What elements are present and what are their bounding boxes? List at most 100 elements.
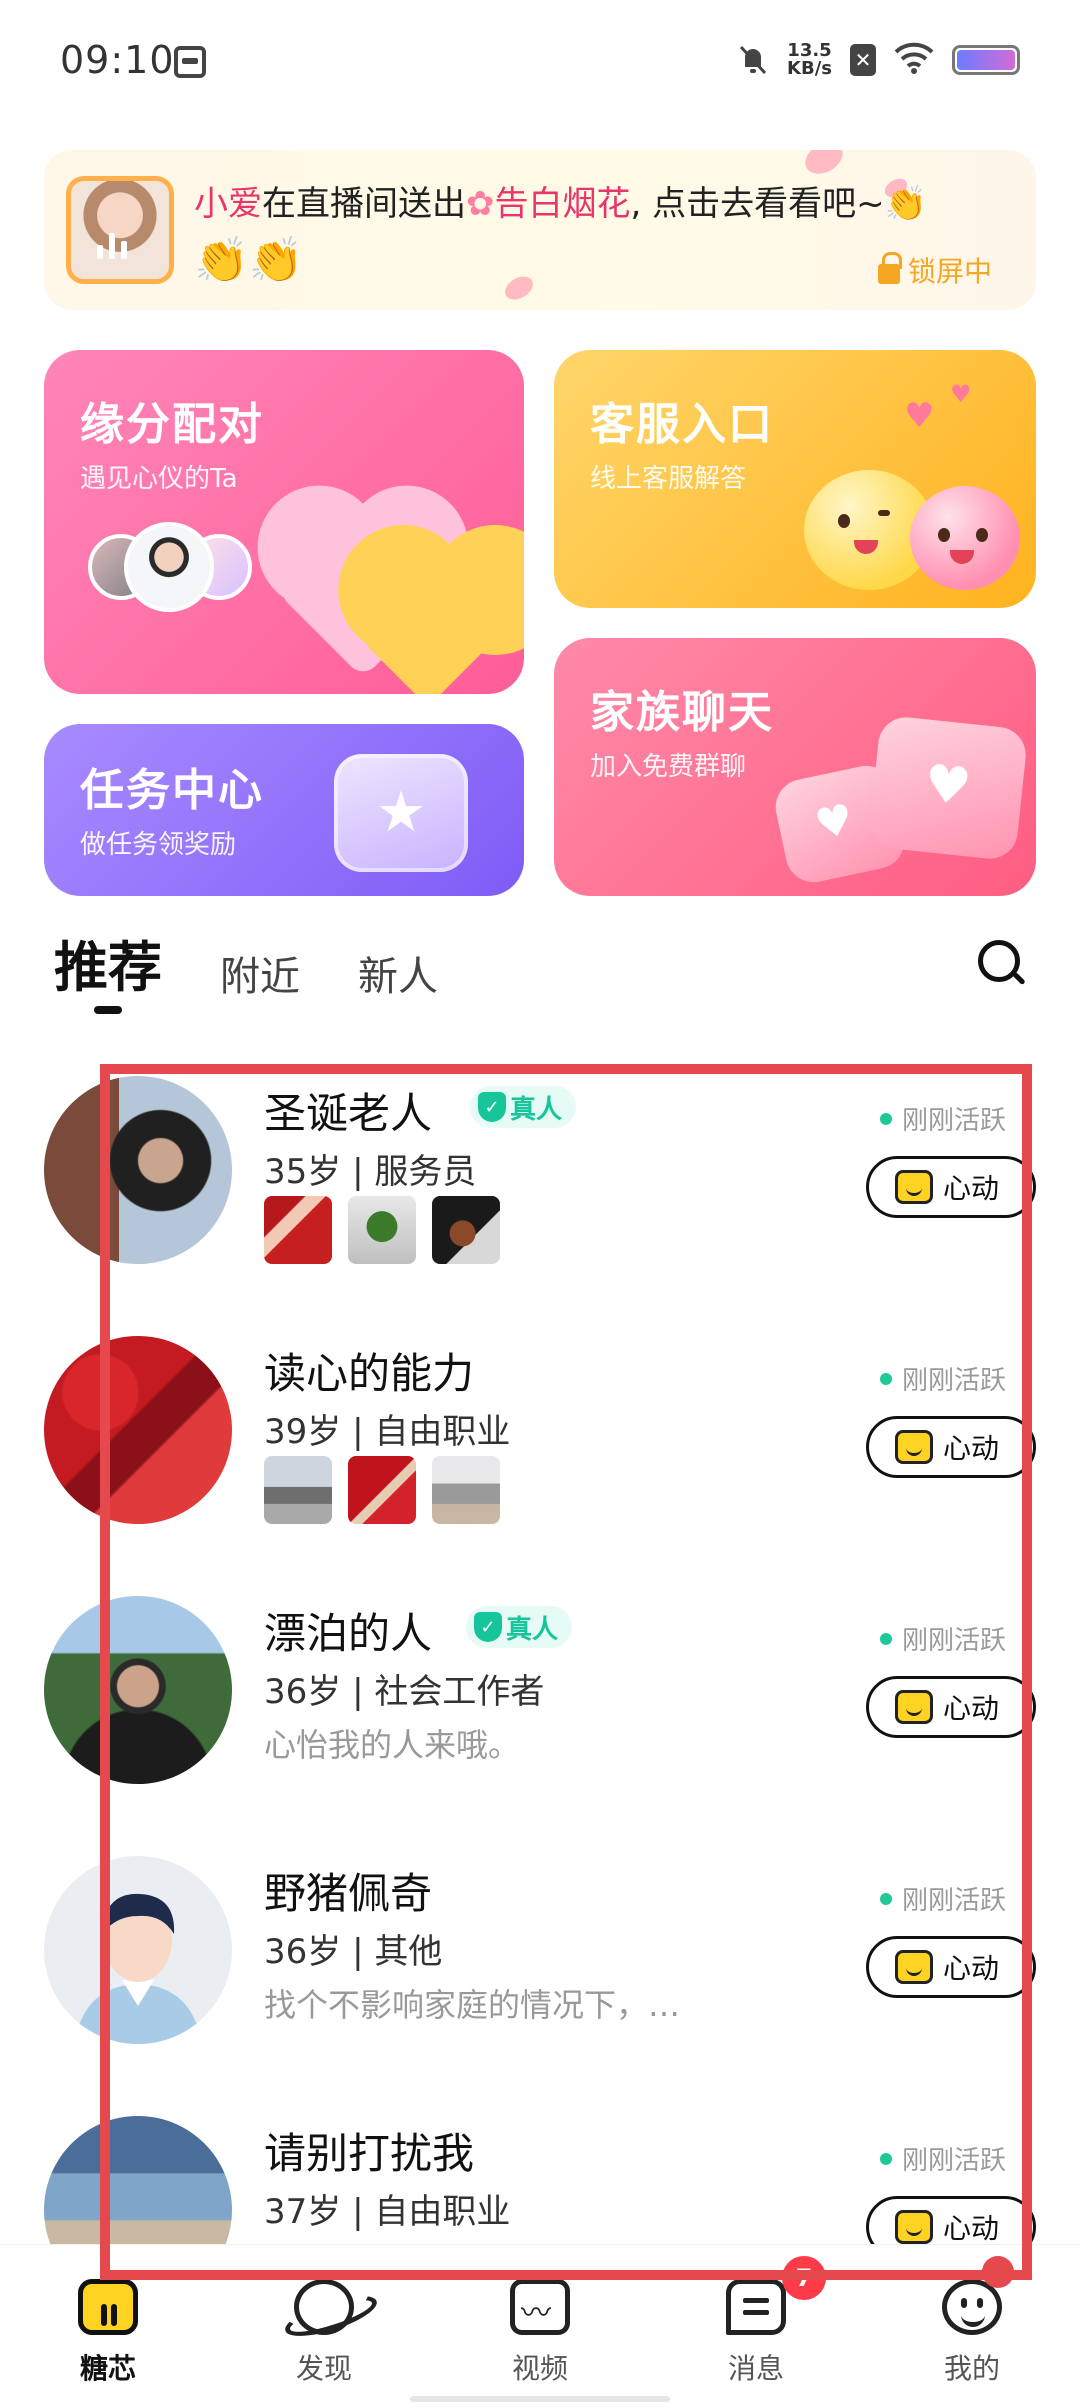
home-indicator — [410, 2396, 670, 2402]
photo-thumbnail[interactable] — [264, 1196, 332, 1264]
user-name: 读心的能力 — [264, 1349, 475, 1398]
banner-sender: 小爱 — [194, 184, 262, 224]
notification-app-icon — [174, 46, 206, 78]
nav-label: 我的 — [943, 2352, 1000, 2385]
verified-label: 真人 — [510, 1094, 563, 1125]
user-bio: 找个不影响家庭的情况下，… — [264, 1986, 681, 2024]
nav-item-home[interactable]: 糖芯 — [38, 2279, 178, 2387]
network-speed-unit: KB/s — [787, 58, 832, 79]
photo-thumbnail[interactable] — [264, 1456, 332, 1524]
online-dot-icon — [880, 2152, 892, 2165]
like-icon — [895, 1690, 933, 1724]
home-icon — [78, 2279, 138, 2335]
gift-rose-icon: ✿ — [466, 184, 495, 224]
list-item[interactable]: 读心的能力 39岁 | 自由职业 刚刚活跃 心动 — [0, 1320, 1080, 1580]
nav-label: 视频 — [511, 2352, 568, 2385]
active-status-label: 刚刚活跃 — [902, 1106, 1007, 1136]
video-icon — [510, 2279, 570, 2335]
search-icon[interactable] — [978, 940, 1026, 988]
like-icon — [895, 1950, 933, 1984]
online-dot-icon — [880, 1372, 892, 1385]
x-badge-icon: ✕ — [850, 44, 876, 76]
like-icon — [895, 1170, 933, 1204]
list-item[interactable]: 野猪佩奇 36岁 | 其他 找个不影响家庭的情况下，… 刚刚活跃 心动 — [0, 1840, 1080, 2100]
photo-thumbnail[interactable] — [432, 1196, 500, 1264]
network-speed: 13.5 KB/s — [787, 42, 832, 78]
bottom-nav: 糖芯 发现 视频 消息 我的 — [0, 2244, 1080, 2408]
match-card-subtitle: 遇见心仪的Ta — [80, 464, 238, 494]
banner-text-end: , 点击去看看吧~👏 — [630, 184, 927, 224]
active-status-label: 刚刚活跃 — [902, 1366, 1007, 1396]
heart-yellow-icon — [357, 565, 499, 694]
service-card-subtitle: 线上客服解答 — [590, 464, 747, 494]
star-box-icon: ★ — [334, 754, 468, 872]
live-gift-banner[interactable]: 小爱在直播间送出✿告白烟花, 点击去看看吧~👏 👏👏 锁屏中 — [44, 150, 1036, 310]
like-button-label: 心动 — [943, 1172, 1000, 1205]
user-bio: 心怡我的人来哦。 — [264, 1726, 521, 1764]
avatar[interactable] — [44, 1856, 232, 2044]
user-name: 请别打扰我 — [264, 2129, 475, 2178]
nav-item-me[interactable]: 我的 — [902, 2279, 1042, 2387]
task-center-card[interactable]: 任务中心 做任务领奖励 ★ — [44, 724, 524, 896]
photo-thumbnail[interactable] — [432, 1456, 500, 1524]
like-button[interactable]: 心动 — [866, 1416, 1036, 1478]
like-button[interactable]: 心动 — [866, 1156, 1036, 1218]
photo-thumbnail[interactable] — [348, 1456, 416, 1524]
match-card-title: 缘分配对 — [80, 399, 264, 450]
nav-label: 糖芯 — [79, 2352, 136, 2385]
list-item[interactable]: 漂泊的人 ✓ 真人 36岁 | 社会工作者 心怡我的人来哦。 刚刚活跃 心动 — [0, 1580, 1080, 1840]
lock-screen-indicator[interactable]: 锁屏中 — [877, 250, 992, 290]
match-card[interactable]: 缘分配对 遇见心仪的Ta — [44, 350, 524, 694]
active-status: 刚刚活跃 — [880, 1100, 1080, 1137]
streamer-avatar[interactable] — [66, 176, 174, 284]
avatar[interactable] — [44, 1076, 232, 1264]
photo-thumbnails — [264, 1196, 500, 1264]
like-button-label: 心动 — [943, 1692, 1000, 1725]
like-icon — [895, 1430, 933, 1464]
active-status-label: 刚刚活跃 — [902, 2146, 1007, 2176]
user-name: 野猪佩奇 — [264, 1869, 433, 1918]
like-button[interactable]: 心动 — [866, 1676, 1036, 1738]
verified-badge: ✓ 真人 — [470, 1086, 577, 1128]
verified-label: 真人 — [506, 1614, 559, 1645]
active-status-label: 刚刚活跃 — [902, 1886, 1007, 1916]
pink-face-bubble-icon — [910, 486, 1020, 590]
wifi-icon — [894, 42, 934, 78]
status-icons: 13.5 KB/s ✕ — [737, 40, 1020, 80]
like-button-label: 心动 — [943, 2212, 1000, 2245]
online-dot-icon — [880, 1112, 892, 1125]
tab-recommend[interactable]: 推荐 — [54, 923, 162, 1020]
active-status: 刚刚活跃 — [880, 2140, 1080, 2177]
message-badge: 7 — [782, 2256, 826, 2300]
user-meta: 36岁 | 其他 — [264, 1932, 443, 1972]
avatar[interactable] — [44, 1336, 232, 1524]
active-status: 刚刚活跃 — [880, 1360, 1080, 1397]
tab-nearby[interactable]: 附近 — [220, 944, 300, 1020]
highlight-dot — [982, 2256, 1014, 2288]
banner-message: 小爱在直播间送出✿告白烟花, 点击去看看吧~👏 — [194, 176, 927, 225]
photo-thumbnail[interactable] — [348, 1196, 416, 1264]
verified-badge: ✓ 真人 — [466, 1606, 573, 1648]
lock-label: 锁屏中 — [907, 255, 992, 288]
tab-recommend-label: 推荐 — [54, 936, 162, 999]
online-dot-icon — [880, 1892, 892, 1905]
list-item[interactable]: 圣诞老人 ✓ 真人 35岁 | 服务员 刚刚活跃 心动 — [0, 1060, 1080, 1320]
user-meta: 36岁 | 社会工作者 — [264, 1672, 545, 1712]
small-heart-icon: ♥ — [950, 380, 972, 408]
family-chat-card[interactable]: 家族聊天 加入免费群聊 ♥ ♥ — [554, 638, 1036, 896]
default-avatar-icon — [74, 1893, 202, 2044]
chat-bubble-front-icon: ♥ — [867, 714, 1029, 862]
nav-item-video[interactable]: 视频 — [470, 2279, 610, 2387]
online-dot-icon — [880, 1632, 892, 1645]
like-button-label: 心动 — [943, 1432, 1000, 1465]
task-card-subtitle: 做任务领奖励 — [80, 830, 237, 860]
avatar[interactable] — [44, 1596, 232, 1784]
like-button-label: 心动 — [943, 1952, 1000, 1985]
nav-label: 消息 — [727, 2352, 784, 2385]
status-bar: 09:10 13.5 KB/s ✕ — [0, 0, 1080, 120]
customer-service-card[interactable]: 客服入口 线上客服解答 ♥ ♥ — [554, 350, 1036, 608]
task-card-title: 任务中心 — [80, 765, 264, 816]
nav-item-discover[interactable]: 发现 — [254, 2279, 394, 2387]
like-button[interactable]: 心动 — [866, 1936, 1036, 1998]
tab-new[interactable]: 新人 — [358, 944, 438, 1020]
